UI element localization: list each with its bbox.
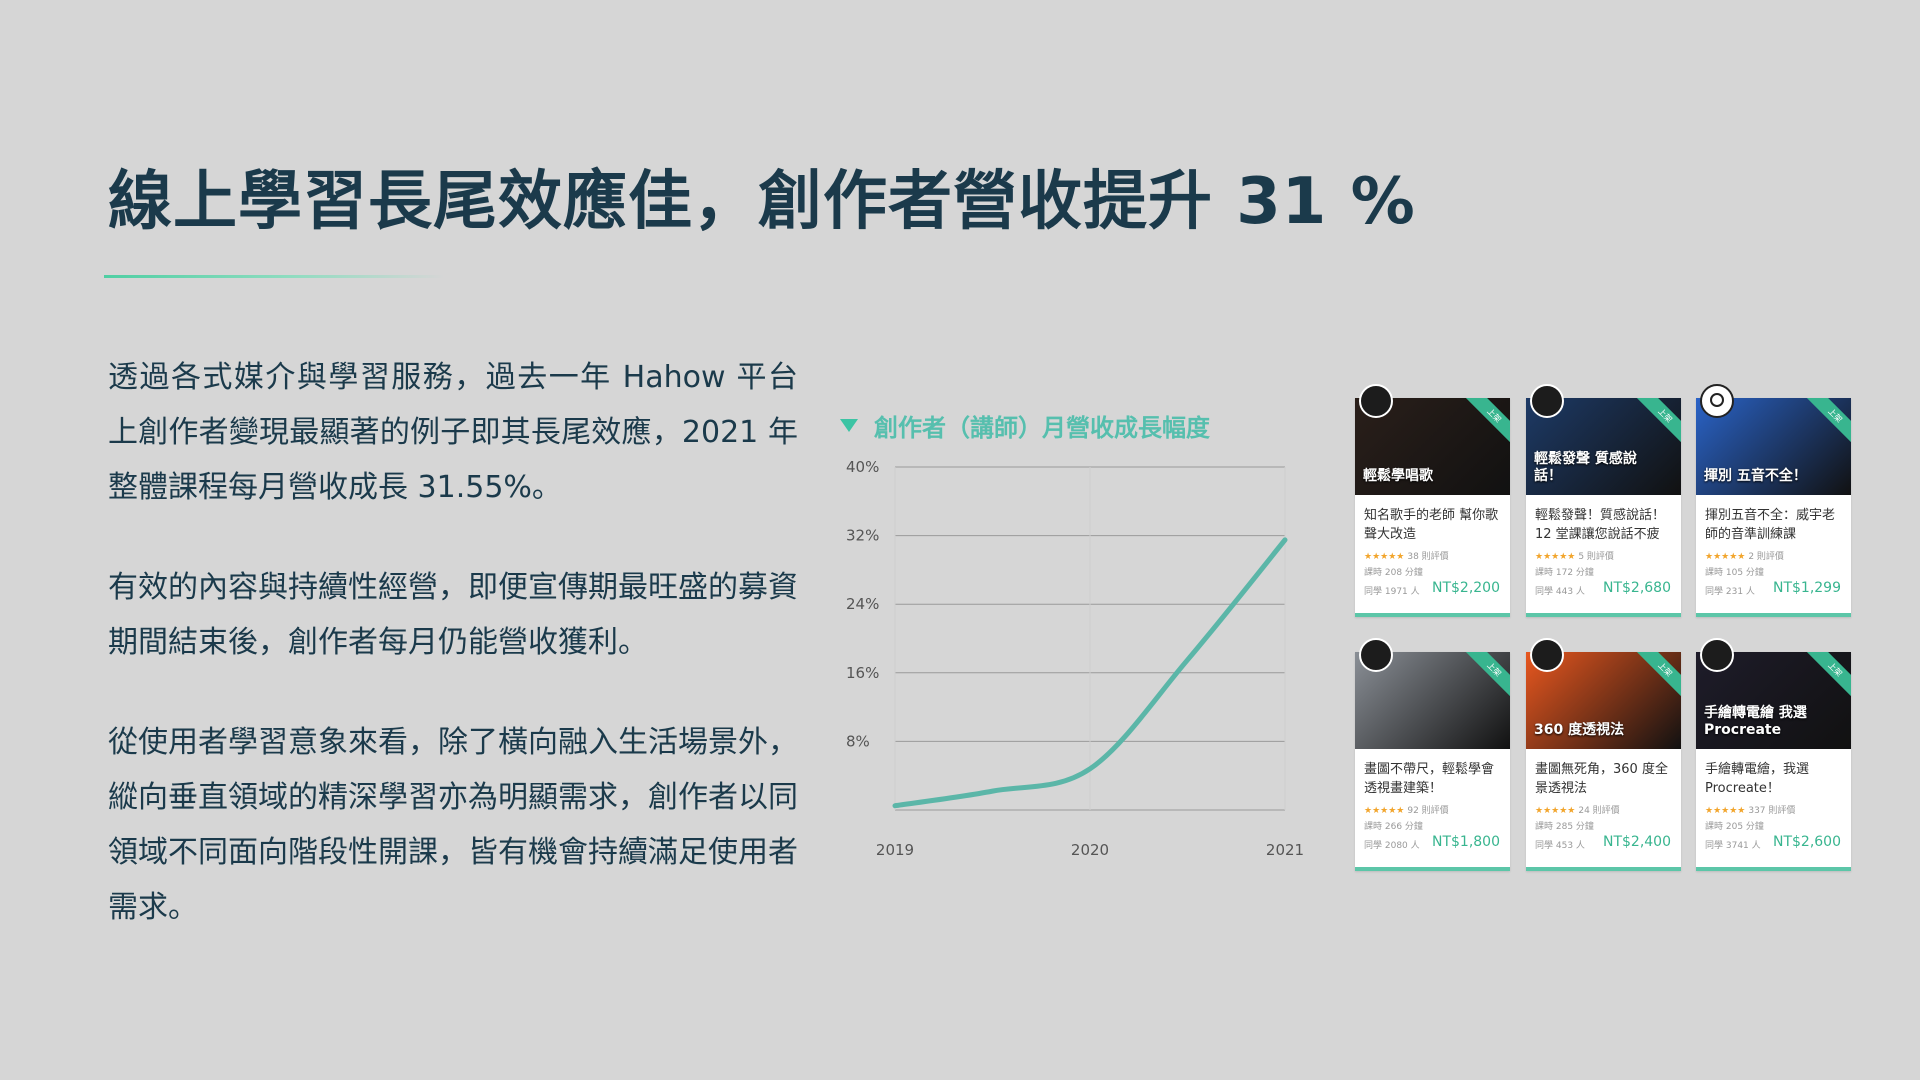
course-card[interactable]: 輕鬆學唱歌 上架 知名歌手的老師 幫你歌聲大改造 ★★★★★ 38 則評價 課時 208 …: [1355, 384, 1510, 617]
ribbon-badge: 上架: [1631, 652, 1681, 704]
ribbon-badge: 上架: [1801, 652, 1851, 704]
rating-stars: ★★★★★ 2 則評價: [1705, 549, 1784, 562]
y-tick-label: 8%: [846, 732, 870, 750]
paragraph-user-learning: 從使用者學習意象來看，除了橫向融入生活場景外，縱向垂直領域的精深學習亦為明顯需求…: [108, 725, 798, 925]
course-price: NT$1,299: [1772, 580, 1841, 596]
course-card[interactable]: 手繪轉電繪 我選Procreate 上架手繪轉電繪，我選 Procreate！ ★★…: [1696, 638, 1851, 871]
ribbon-badge: 上架: [1460, 652, 1510, 704]
thumbnail-caption: 360 度透視法: [1534, 722, 1625, 738]
course-duration: 課時 285 分鐘: [1535, 822, 1594, 832]
student-count: 同學 231 人: [1705, 587, 1755, 597]
course-duration: 課時 208 分鐘: [1364, 568, 1423, 578]
title-divider: [104, 275, 444, 278]
course-card[interactable]: 輕鬆發聲 質感說話！ 上架輕鬆發聲！質感說話！12 堂課讓您說話不疲 ★★★★★ 5 …: [1526, 384, 1681, 617]
x-tick-label: 2020: [1071, 841, 1109, 859]
rating-stars: ★★★★★ 24 則評價: [1535, 803, 1620, 816]
revenue-growth-chart: 創作者（講師）月營收成長幅度 8% 16% 24% 32% 40% 2019 2020 202…: [840, 400, 1310, 870]
review-count: 2 則評價: [1748, 552, 1784, 562]
instructor-avatar[interactable]: [1700, 638, 1734, 672]
star-icon: ★★★★★: [1535, 552, 1576, 562]
instructor-avatar[interactable]: [1530, 384, 1564, 418]
course-title[interactable]: 畫圖無死角，360 度全景透視法: [1535, 760, 1675, 798]
instructor-avatar[interactable]: [1359, 384, 1393, 418]
rating-stars: ★★★★★ 92 則評價: [1364, 803, 1449, 816]
ribbon-badge: 上架: [1801, 398, 1851, 450]
student-count: 同學 2080 人: [1364, 841, 1420, 851]
course-price: NT$2,680: [1602, 580, 1671, 596]
student-count: 同學 1971 人: [1364, 587, 1420, 597]
x-tick-label: 2021: [1266, 841, 1304, 859]
student-count: 同學 443 人: [1535, 587, 1585, 597]
rating-stars: ★★★★★ 38 則評價: [1364, 549, 1449, 562]
course-duration: 課時 266 分鐘: [1364, 822, 1423, 832]
course-title[interactable]: 手繪轉電繪，我選 Procreate！: [1705, 760, 1845, 798]
thumbnail-caption: 揮別 五音不全！: [1704, 468, 1807, 484]
thumbnail-caption: 輕鬆學唱歌: [1363, 468, 1433, 484]
course-card[interactable]: 上架 畫圖不帶尺，輕鬆學會透視畫建築！ ★★★★★ 92 則評價 課時 266 分鐘 同學…: [1355, 638, 1510, 871]
review-count: 337 則評價: [1748, 806, 1796, 816]
course-price: NT$2,200: [1431, 580, 1500, 596]
star-icon: ★★★★★: [1705, 552, 1746, 562]
course-title[interactable]: 揮別五音不全：威宇老師的音準訓練課: [1705, 506, 1845, 544]
course-price: NT$1,800: [1431, 834, 1500, 850]
star-icon: ★★★★★: [1364, 806, 1405, 816]
course-duration: 課時 105 分鐘: [1705, 568, 1764, 578]
x-tick-label: 2019: [876, 841, 914, 859]
y-tick-label: 16%: [846, 664, 879, 682]
instructor-avatar[interactable]: [1530, 638, 1564, 672]
course-title[interactable]: 知名歌手的老師 幫你歌聲大改造: [1364, 506, 1504, 544]
star-icon: ★★★★★: [1364, 552, 1405, 562]
line-chart-svg: 8% 16% 24% 32% 40% 2019 2020 2021: [846, 458, 1304, 859]
course-duration: 課時 172 分鐘: [1535, 568, 1594, 578]
star-icon: ★★★★★: [1535, 806, 1576, 816]
rating-stars: ★★★★★ 337 則評價: [1705, 803, 1795, 816]
course-title[interactable]: 畫圖不帶尺，輕鬆學會透視畫建築！: [1364, 760, 1504, 798]
review-count: 38 則評價: [1407, 552, 1449, 562]
course-card[interactable]: 360 度透視法 上架 畫圖無死角，360 度全景透視法 ★★★★★ 24 則評價 課時 …: [1526, 638, 1681, 871]
course-title[interactable]: 輕鬆發聲！質感說話！12 堂課讓您說話不疲: [1535, 506, 1675, 544]
course-duration: 課時 205 分鐘: [1705, 822, 1764, 832]
instructor-avatar[interactable]: [1359, 638, 1393, 672]
thumbnail-caption: 手繪轉電繪 我選Procreate: [1704, 705, 1807, 738]
thumbnail-caption: 輕鬆發聲 質感說話！: [1534, 451, 1637, 484]
student-count: 同學 3741 人: [1705, 841, 1761, 851]
slide-title: 線上學習長尾效應佳，創作者營收提升 31 %: [108, 165, 1416, 239]
rating-stars: ★★★★★ 5 則評價: [1535, 549, 1614, 562]
y-tick-label: 24%: [846, 595, 879, 613]
paragraph-long-tail: 透過各式媒介與學習服務，過去一年 Hahow 平台上創作者變現最顯著的例子即其長…: [108, 360, 798, 505]
course-price: NT$2,600: [1772, 834, 1841, 850]
review-count: 5 則評價: [1578, 552, 1614, 562]
body-text: 透過各式媒介與學習服務，過去一年 Hahow 平台上創作者變現最顯著的例子即其長…: [108, 350, 798, 980]
review-count: 92 則評價: [1407, 806, 1449, 816]
instructor-avatar[interactable]: [1700, 384, 1734, 418]
ribbon-badge: 上架: [1460, 398, 1510, 450]
course-card[interactable]: 揮別 五音不全！ 上架 揮別五音不全：威宇老師的音準訓練課 ★★★★★ 2 則評價 課時 …: [1696, 384, 1851, 617]
ribbon-badge: 上架: [1631, 398, 1681, 450]
student-count: 同學 453 人: [1535, 841, 1585, 851]
star-icon: ★★★★★: [1705, 806, 1746, 816]
review-count: 24 則評價: [1578, 806, 1620, 816]
y-tick-label: 40%: [846, 458, 879, 476]
y-tick-label: 32%: [846, 527, 879, 545]
course-price: NT$2,400: [1602, 834, 1671, 850]
paragraph-content-operation: 有效的內容與持續性經營，即便宣傳期最旺盛的募資期間結束後，創作者每月仍能營收獲利…: [108, 570, 798, 660]
